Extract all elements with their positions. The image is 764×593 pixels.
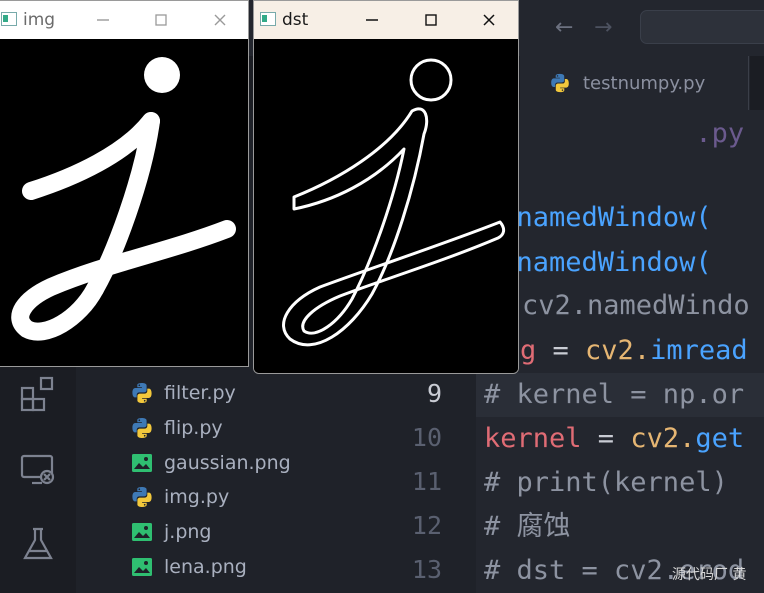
file-item[interactable]: filter.py [130,378,236,408]
line-number: 13 [411,555,442,584]
forward-arrow-icon[interactable]: → [594,15,612,40]
remote-explorer-icon[interactable] [18,450,58,490]
file-name: img.py [164,486,230,509]
image-file-icon [132,453,152,472]
python-file-icon [132,487,152,508]
window-app-icon [260,12,276,26]
line-number: 10 [411,423,442,452]
letter-j-image [11,57,236,341]
image-canvas [254,39,518,373]
code-line[interactable]: g = cv2.imread [520,336,748,366]
window-title-bar[interactable]: dst [254,1,518,39]
python-file-icon [132,383,152,403]
python-icon [551,73,569,93]
code-token: cv2. [630,423,696,454]
line-number: 11 [411,467,442,496]
close-icon[interactable] [200,5,240,35]
code-line[interactable]: kernel = cv2.get [484,424,744,454]
code-token: = [536,335,586,366]
close-icon[interactable] [469,5,509,35]
code-line[interactable]: # 腐蚀 [484,512,571,542]
code-token: imread [650,335,748,366]
line-number: 9 [426,379,442,408]
image-canvas [0,39,248,366]
file-item[interactable]: lena.png [130,552,247,582]
code-token: kernel [484,423,582,454]
code-line[interactable]: # kernel = np.or [484,380,744,410]
file-item[interactable]: j.png [130,517,211,547]
maximize-icon[interactable] [141,5,181,35]
window-app-icon [1,12,17,26]
code-token: cv2.namedWindo [522,290,750,321]
image-file-icon [132,523,152,542]
code-token: # kernel = np.or [484,379,745,410]
file-name: j.png [164,521,212,544]
tab-divider [748,56,749,110]
back-arrow-icon[interactable]: ← [555,15,573,40]
code-token: namedWindow( [516,202,712,233]
code-token: namedWindow( [516,247,712,278]
letter-j-outline-image [282,58,506,347]
command-center-search[interactable] [640,10,764,44]
code-line[interactable]: cv2.namedWindo [522,291,750,321]
testing-flask-icon[interactable] [18,524,58,564]
code-token: get [695,423,745,454]
file-name: gaussian.png [164,451,291,474]
opencv-window-dst[interactable]: dst [253,0,519,374]
watermark: 源代码厂 黄 [672,567,747,583]
opencv-window-img[interactable]: img [0,0,249,367]
code-token: g [520,335,537,366]
python-file-icon [132,417,152,438]
tab-label[interactable]: testnumpy.py [583,73,705,94]
file-name: lena.png [164,556,247,578]
maximize-icon[interactable] [411,5,451,35]
file-item[interactable]: gaussian.png [130,448,291,478]
window-title: dst [282,10,309,30]
image-file-icon [132,558,152,576]
window-title: img [23,10,56,30]
code-token: # print(kernel) [484,467,728,498]
minimize-icon[interactable] [352,5,392,35]
extensions-icon[interactable] [18,374,58,414]
window-title-bar[interactable]: img [0,1,248,39]
code-token: cv2. [585,335,651,366]
code-token: = [581,423,631,454]
file-name: flip.py [164,416,223,439]
minimize-icon[interactable] [83,5,123,35]
code-line-fragment: ' .py [484,118,745,149]
code-token: # 腐蚀 [484,511,571,542]
file-item[interactable]: img.py [130,482,229,512]
file-name: filter.py [164,382,236,404]
code-line[interactable]: # print(kernel) [484,468,728,498]
file-item[interactable]: flip.py [130,413,223,443]
line-number: 12 [411,511,442,540]
